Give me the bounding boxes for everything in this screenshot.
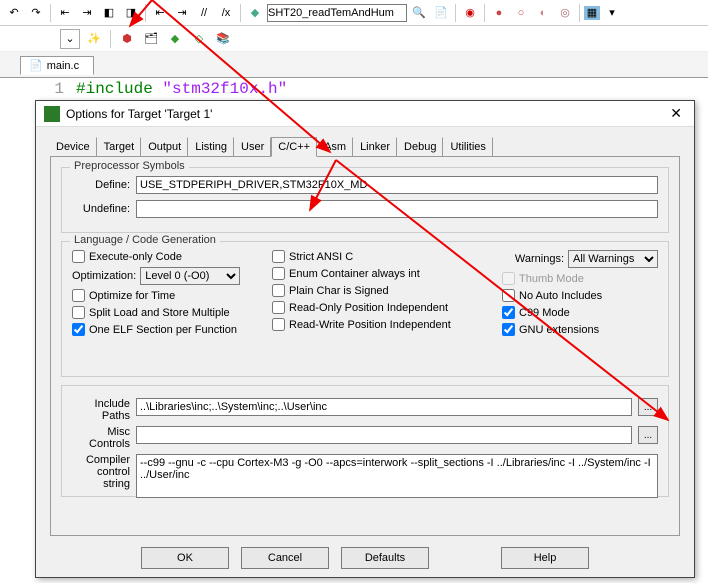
options-dialog: Options for Target 'Target 1' ✕ Device T… (35, 100, 695, 578)
bp-disable-icon[interactable]: ◐ (533, 3, 553, 23)
gnu-ext-check[interactable]: GNU extensions (502, 323, 658, 336)
wand-icon[interactable]: ✨ (84, 29, 104, 49)
app-icon (44, 106, 60, 122)
redo-icon[interactable]: ↷ (26, 3, 46, 23)
undefine-label: Undefine: (72, 203, 130, 215)
indent-left-icon[interactable]: ⇤ (150, 3, 170, 23)
undo-icon[interactable]: ↶ (4, 3, 24, 23)
tab-asm[interactable]: Asm (317, 137, 353, 157)
preprocessor-legend: Preprocessor Symbols (70, 160, 189, 172)
paths-group: Include Paths ... Misc Controls ... Comp… (61, 385, 669, 497)
rw-pi-check[interactable]: Read-Write Position Independent (272, 318, 502, 331)
manage-icon[interactable]: ◆ (165, 29, 185, 49)
bookmark-toggle-icon[interactable]: ◧ (99, 3, 119, 23)
language-legend: Language / Code Generation (70, 234, 220, 246)
file-tabs: 📄 main.c (0, 52, 708, 78)
exec-only-check[interactable]: Execute-only Code (72, 250, 272, 263)
project-combo[interactable] (267, 4, 407, 22)
thumb-check: Thumb Mode (502, 272, 658, 285)
debug-icon[interactable]: ◉ (460, 3, 480, 23)
tab-debug[interactable]: Debug (397, 137, 443, 157)
preprocessor-group: Preprocessor Symbols Define: Undefine: (61, 167, 669, 233)
language-group: Language / Code Generation Execute-only … (61, 241, 669, 377)
undefine-input[interactable] (136, 200, 658, 218)
defaults-button[interactable]: Defaults (341, 547, 429, 569)
bookmark-prev-icon[interactable]: ⇤ (55, 3, 75, 23)
bookmark-clear-icon[interactable]: ◨ (121, 3, 141, 23)
dialog-titlebar: Options for Target 'Target 1' ✕ (36, 101, 694, 127)
tab-user[interactable]: User (234, 137, 271, 157)
main-toolbar: ↶ ↷ ⇤ ⇥ ◧ ◨ ⇤ ⇥ // /x ◆ 🔍 📄 ◉ ● ○ ◐ ◎ ▦ … (0, 0, 708, 26)
tab-content: Preprocessor Symbols Define: Undefine: L… (50, 156, 680, 536)
one-elf-check[interactable]: One ELF Section per Function (72, 323, 272, 336)
tab-listing[interactable]: Listing (188, 137, 234, 157)
file-group-icon[interactable]: 🗂 (141, 29, 161, 49)
config-icon[interactable]: ▾ (602, 3, 622, 23)
strict-ansi-check[interactable]: Strict ANSI C (272, 250, 502, 263)
include-paths-label: Include Paths (72, 398, 130, 422)
plain-char-check[interactable]: Plain Char is Signed (272, 284, 502, 297)
tab-linker[interactable]: Linker (353, 137, 397, 157)
chevron-down-icon[interactable]: ⌄ (60, 29, 80, 49)
warnings-select[interactable]: All Warnings (568, 250, 658, 268)
uncomment-icon[interactable]: /x (216, 3, 236, 23)
dialog-buttons: OK Cancel Defaults Help (36, 537, 694, 579)
ok-button[interactable]: OK (141, 547, 229, 569)
target-options-icon[interactable]: ⬢ (117, 29, 137, 49)
optimization-label: Optimization: (72, 270, 136, 282)
tab-target[interactable]: Target (97, 137, 142, 157)
tab-device[interactable]: Device (50, 137, 97, 157)
books-icon[interactable]: 📚 (213, 29, 233, 49)
file-icon[interactable]: ◆ (245, 3, 265, 23)
bp-insert-icon[interactable]: ● (489, 3, 509, 23)
warnings-label: Warnings: (515, 253, 564, 265)
no-auto-check[interactable]: No Auto Includes (502, 289, 658, 302)
string-literal: "stm32f10x.h" (162, 80, 287, 98)
source-file-icon: 📄 (29, 59, 43, 72)
dialog-tabs: Device Target Output Listing User C/C++ … (36, 127, 694, 157)
compiler-string-label: Compiler control string (72, 454, 130, 490)
comment-icon[interactable]: // (194, 3, 214, 23)
close-icon[interactable]: ✕ (666, 105, 686, 122)
indent-right-icon[interactable]: ⇥ (172, 3, 192, 23)
find-icon[interactable]: 🔍 (409, 3, 429, 23)
c99-check[interactable]: C99 Mode (502, 306, 658, 319)
tab-utilities[interactable]: Utilities (443, 137, 492, 157)
misc-controls-label: Misc Controls (72, 426, 130, 450)
compiler-string-display: --c99 --gnu -c --cpu Cortex-M3 -g -O0 --… (136, 454, 658, 498)
keyword: #include (76, 80, 153, 98)
bp-enable-icon[interactable]: ○ (511, 3, 531, 23)
build-toolbar: ⌄ ✨ ⬢ 🗂 ◆ ◇ 📚 (0, 26, 708, 52)
misc-controls-browse-button[interactable]: ... (638, 426, 658, 444)
tab-output[interactable]: Output (141, 137, 188, 157)
misc-controls-input[interactable] (136, 426, 632, 444)
find-files-icon[interactable]: 📄 (431, 3, 451, 23)
include-paths-input[interactable] (136, 398, 632, 416)
define-label: Define: (72, 179, 130, 191)
cancel-button[interactable]: Cancel (241, 547, 329, 569)
bookmark-next-icon[interactable]: ⇥ (77, 3, 97, 23)
bp-kill-icon[interactable]: ◎ (555, 3, 575, 23)
optimization-select[interactable]: Level 0 (-O0) (140, 267, 240, 285)
file-tab-label: main.c (47, 60, 79, 72)
split-ls-check[interactable]: Split Load and Store Multiple (72, 306, 272, 319)
window-icon[interactable]: ▦ (584, 6, 600, 20)
enum-cont-check[interactable]: Enum Container always int (272, 267, 502, 280)
manage2-icon[interactable]: ◇ (189, 29, 209, 49)
file-tab-main[interactable]: 📄 main.c (20, 56, 94, 75)
dialog-title-text: Options for Target 'Target 1' (66, 107, 212, 121)
tab-cpp[interactable]: C/C++ (271, 137, 317, 157)
include-paths-browse-button[interactable]: ... (638, 398, 658, 416)
opt-time-check[interactable]: Optimize for Time (72, 289, 272, 302)
help-button[interactable]: Help (501, 547, 589, 569)
define-input[interactable] (136, 176, 658, 194)
ro-pi-check[interactable]: Read-Only Position Independent (272, 301, 502, 314)
